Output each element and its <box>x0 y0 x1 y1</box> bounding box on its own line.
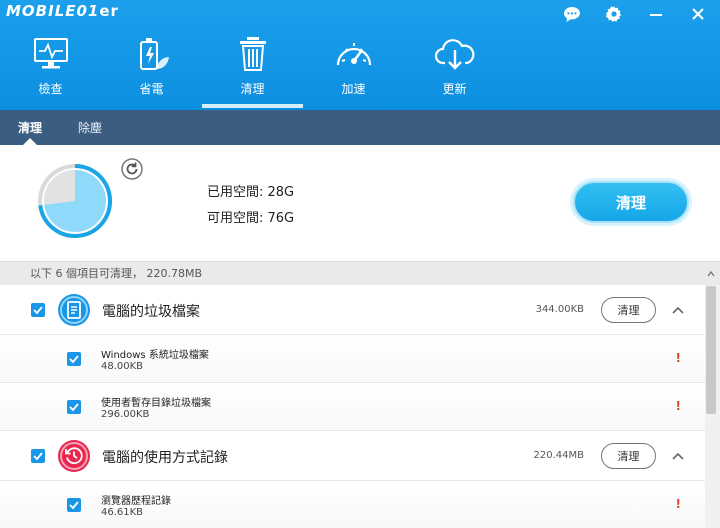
app-window: MOBILE01er 檢查 省電 清理 加速 更新 清理 除塵 已用空間: 28… <box>0 0 720 528</box>
nav-item-power[interactable]: 省電 <box>101 30 202 110</box>
nav-label: 更新 <box>442 82 467 96</box>
category-clean-button[interactable]: 清理 <box>601 443 656 469</box>
item-name: Windows 系統垃圾檔案 <box>101 350 209 361</box>
trash-icon <box>239 37 266 71</box>
cloud-download-icon <box>434 39 474 70</box>
category-name: 電腦的使用方式記錄 <box>102 450 228 466</box>
close-button[interactable] <box>686 4 710 24</box>
nav-label: 清理 <box>240 82 265 96</box>
category-size: 344.00KB <box>535 304 584 315</box>
storage-summary: 已用空間: 28G 可用空間: 76G 清理 <box>0 145 720 261</box>
item-checkbox[interactable] <box>67 400 81 414</box>
check-icon <box>69 501 79 510</box>
sub-tab-bar: 清理 除塵 <box>0 110 720 145</box>
warning-icon[interactable]: ! <box>676 399 681 413</box>
category-row: 電腦的使用方式記錄 220.44MB 清理 <box>0 431 716 481</box>
list-item: 使用者暫存目錄垃圾檔案 296.00KB ! <box>0 383 716 431</box>
nav-label: 省電 <box>139 82 164 96</box>
document-icon <box>60 296 88 324</box>
category-name: 電腦的垃圾檔案 <box>102 304 200 320</box>
item-size: 46.61KB <box>101 507 144 518</box>
item-checkbox[interactable] <box>67 498 81 512</box>
title-suffix: er <box>99 2 119 20</box>
minimize-icon <box>650 14 662 16</box>
chevron-up-icon[interactable] <box>671 303 685 317</box>
list-item: Windows 系統垃圾檔案 48.00KB ! <box>0 335 716 383</box>
cleanable-summary: 以下 6 個項目可清理， 220.78MB <box>0 261 720 285</box>
item-size: 48.00KB <box>101 361 144 372</box>
item-size: 296.00KB <box>101 409 150 420</box>
category-checkbox[interactable] <box>31 303 45 317</box>
refresh-icon <box>121 158 143 180</box>
feedback-icon <box>564 6 580 22</box>
feedback-button[interactable] <box>560 4 584 24</box>
item-name: 使用者暫存目錄垃圾檔案 <box>101 398 211 409</box>
check-icon <box>33 306 43 315</box>
clean-all-button[interactable]: 清理 <box>573 181 689 223</box>
monitor-icon <box>33 38 68 69</box>
category-row: 電腦的垃圾檔案 344.00KB 清理 <box>0 285 716 335</box>
tab-dust[interactable]: 除塵 <box>60 110 120 145</box>
category-icon-badge <box>58 440 90 472</box>
category-icon-badge <box>58 294 90 326</box>
category-size: 220.44MB <box>533 450 584 461</box>
minimize-button[interactable] <box>644 4 668 24</box>
item-name: 瀏覽器歷程記錄 <box>101 496 171 507</box>
active-nav-indicator <box>202 104 303 108</box>
used-space-label: 已用空間: 28G <box>207 185 295 200</box>
header-bar: MOBILE01er 檢查 省電 清理 加速 更新 <box>0 0 720 110</box>
history-icon <box>60 442 88 470</box>
warning-icon[interactable]: ! <box>676 351 681 365</box>
speedometer-icon <box>336 43 371 66</box>
free-space-label: 可用空間: 76G <box>207 211 295 226</box>
app-title: MOBILE01er <box>6 2 119 24</box>
category-clean-button[interactable]: 清理 <box>601 297 656 323</box>
tab-clean[interactable]: 清理 <box>0 110 60 145</box>
check-icon <box>33 452 43 461</box>
window-controls <box>560 4 710 24</box>
nav-item-check[interactable]: 檢查 <box>0 30 101 110</box>
check-icon <box>69 403 79 412</box>
settings-icon <box>606 6 622 22</box>
item-checkbox[interactable] <box>67 352 81 366</box>
settings-button[interactable] <box>602 4 626 24</box>
refresh-button[interactable] <box>121 158 143 180</box>
scrollbar-thumb[interactable] <box>706 286 716 414</box>
close-icon <box>692 8 704 20</box>
nav-item-speedup[interactable]: 加速 <box>303 30 404 110</box>
scroll-up-icon[interactable] <box>706 262 716 284</box>
storage-stats: 已用空間: 28G 可用空間: 76G <box>207 180 294 232</box>
nav-label: 加速 <box>341 82 366 96</box>
list-item: 瀏覽器歷程記錄 46.61KB ! <box>0 481 716 528</box>
category-checkbox[interactable] <box>31 449 45 463</box>
warning-icon[interactable]: ! <box>676 497 681 511</box>
nav-item-clean[interactable]: 清理 <box>202 30 303 110</box>
chevron-up-icon[interactable] <box>671 449 685 463</box>
main-nav: 檢查 省電 清理 加速 更新 <box>0 30 505 110</box>
battery-leaf-icon <box>139 38 169 70</box>
storage-pie-chart <box>38 164 112 238</box>
clean-items-list: 電腦的垃圾檔案 344.00KB 清理 Windows 系統垃圾檔案 48.00… <box>0 285 716 528</box>
nav-item-update[interactable]: 更新 <box>404 30 505 110</box>
nav-label: 檢查 <box>38 82 63 96</box>
title-wordmark: MOBILE01 <box>6 2 100 20</box>
check-icon <box>69 355 79 364</box>
